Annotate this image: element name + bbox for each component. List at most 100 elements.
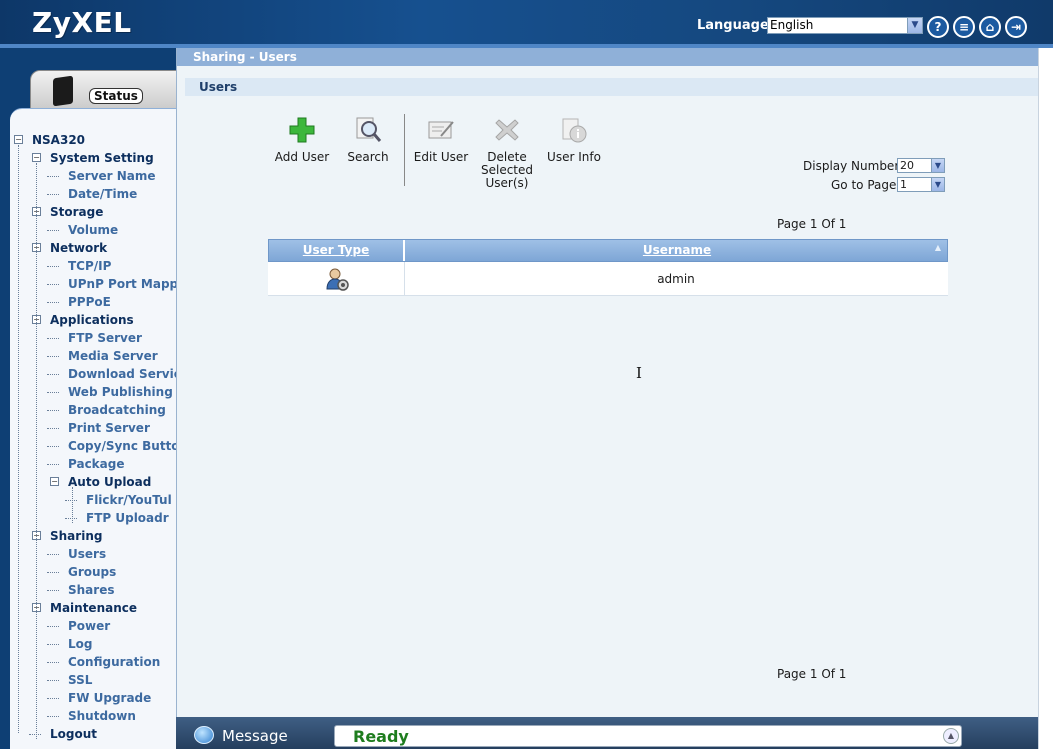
go-to-page-value: 1 bbox=[900, 178, 907, 191]
delete-selected-users-button[interactable]: Delete Selected User(s) bbox=[479, 116, 535, 190]
sidebar-item-print-server[interactable]: Print Server bbox=[68, 419, 150, 437]
sidebar-item-configuration[interactable]: Configuration bbox=[68, 653, 160, 671]
info-icon bbox=[562, 118, 587, 143]
help-icon[interactable]: ? bbox=[927, 16, 949, 38]
sidebar-item-nsa320[interactable]: NSA320 bbox=[32, 131, 85, 149]
tree-guide-line bbox=[18, 145, 19, 733]
sidebar-item-logout[interactable]: Logout bbox=[50, 725, 97, 743]
language-label: Language: bbox=[697, 18, 774, 33]
sidebar-item-server-name[interactable]: Server Name bbox=[68, 167, 156, 185]
breadcrumb: Sharing - Users bbox=[177, 48, 1039, 66]
go-to-page-label: Go to Page bbox=[831, 178, 897, 192]
collapse-icon[interactable]: − bbox=[14, 135, 23, 144]
sidebar-item-network[interactable]: Network bbox=[50, 239, 107, 257]
zyxel-logo: ZyXEL bbox=[32, 6, 132, 39]
sidebar-item-sharing[interactable]: Sharing bbox=[50, 527, 102, 545]
tree-connector bbox=[47, 554, 59, 555]
sidebar-item-system-setting[interactable]: System Setting bbox=[50, 149, 154, 167]
sidebar-item-media-server[interactable]: Media Server bbox=[68, 347, 158, 365]
doc-icon[interactable]: ≡ bbox=[953, 16, 975, 38]
tree-connector bbox=[47, 572, 59, 573]
user-info-label: User Info bbox=[547, 150, 601, 164]
tree-connector bbox=[47, 374, 59, 375]
sidebar-item-power[interactable]: Power bbox=[68, 617, 110, 635]
sidebar-item-ftp-server[interactable]: FTP Server bbox=[68, 329, 142, 347]
column-header-username[interactable]: Username bbox=[407, 240, 947, 261]
right-edge-panel bbox=[1038, 48, 1053, 749]
expand-up-icon[interactable]: ▲ bbox=[943, 728, 959, 744]
username-cell: admin bbox=[657, 272, 695, 286]
tree-connector bbox=[47, 176, 59, 177]
sidebar-item-shares[interactable]: Shares bbox=[68, 581, 114, 599]
chevron-down-icon[interactable]: ▼ bbox=[907, 18, 922, 33]
sidebar-item-download-servic[interactable]: Download Servic bbox=[68, 365, 176, 383]
sidebar: Status NSA320− System Setting − Server Name… bbox=[0, 48, 180, 749]
sidebar-item-users[interactable]: Users bbox=[68, 545, 106, 563]
sidebar-item-volume[interactable]: Volume bbox=[68, 221, 118, 239]
sidebar-item-upnp-port-mappi[interactable]: UPnP Port Mappi bbox=[68, 275, 176, 293]
section-title: Users bbox=[185, 78, 1039, 96]
table-header: User Type Username ▲ bbox=[268, 239, 948, 262]
top-header: ZyXEL Language: English ▼ ? ≡ ⌂ ⇥ bbox=[0, 0, 1053, 48]
delete-icon bbox=[495, 119, 519, 141]
sidebar-item-fw-upgrade[interactable]: FW Upgrade bbox=[68, 689, 151, 707]
tree-connector bbox=[47, 716, 59, 717]
home-icon[interactable]: ⌂ bbox=[979, 16, 1001, 38]
tree-connector bbox=[47, 266, 59, 267]
display-number-select[interactable]: 20 ▼ bbox=[897, 158, 945, 173]
tree-connector bbox=[47, 410, 59, 411]
search-icon bbox=[356, 117, 382, 142]
language-select[interactable]: English ▼ bbox=[767, 17, 923, 34]
go-to-page-select[interactable]: 1 ▼ bbox=[897, 177, 945, 192]
collapse-icon[interactable]: − bbox=[50, 477, 59, 486]
sidebar-item-pppoe[interactable]: PPPoE bbox=[68, 293, 111, 311]
sidebar-item-maintenance[interactable]: Maintenance bbox=[50, 599, 137, 617]
sidebar-item-broadcatching[interactable]: Broadcatching bbox=[68, 401, 166, 419]
message-bar: Message Ready ▲ bbox=[176, 717, 1038, 749]
sidebar-item-web-publishing[interactable]: Web Publishing bbox=[68, 383, 173, 401]
search-label: Search bbox=[347, 150, 389, 164]
add-user-button[interactable]: Add User bbox=[273, 116, 331, 164]
message-label: Message bbox=[222, 727, 288, 745]
user-info-button[interactable]: User Info bbox=[543, 116, 605, 164]
edit-user-button[interactable]: Edit User bbox=[413, 116, 469, 164]
sidebar-item-storage[interactable]: Storage bbox=[50, 203, 103, 221]
sidebar-item-applications[interactable]: Applications bbox=[50, 311, 134, 329]
sidebar-item-groups[interactable]: Groups bbox=[68, 563, 116, 581]
main-content: Sharing - Users Users Add User Search Ed… bbox=[176, 48, 1039, 717]
collapse-icon[interactable]: − bbox=[32, 153, 41, 162]
table-row[interactable]: admin bbox=[268, 262, 948, 296]
sidebar-item-shutdown[interactable]: Shutdown bbox=[68, 707, 136, 725]
sidebar-item-date-time[interactable]: Date/Time bbox=[68, 185, 137, 203]
sidebar-item-copy-sync-butto[interactable]: Copy/Sync Butto bbox=[68, 437, 176, 455]
sidebar-item-ftp-uploadr[interactable]: FTP Uploadr bbox=[86, 509, 169, 527]
toolbar-divider bbox=[404, 114, 405, 186]
tree-connector bbox=[47, 680, 59, 681]
column-header-user-type[interactable]: User Type bbox=[269, 240, 405, 261]
tree-connector bbox=[47, 338, 59, 339]
message-icon bbox=[194, 726, 214, 744]
tree-guide-line bbox=[36, 163, 37, 739]
status-tab[interactable]: Status bbox=[30, 70, 180, 112]
tree-connector bbox=[65, 518, 77, 519]
chevron-down-icon[interactable]: ▼ bbox=[931, 159, 944, 172]
sidebar-item-ssl[interactable]: SSL bbox=[68, 671, 92, 689]
sidebar-item-auto-upload[interactable]: Auto Upload bbox=[68, 473, 151, 491]
sidebar-item-package[interactable]: Package bbox=[68, 455, 125, 473]
nas-device-icon bbox=[53, 75, 73, 107]
tree-connector bbox=[47, 302, 59, 303]
tree-connector bbox=[47, 644, 59, 645]
search-button[interactable]: Search bbox=[342, 116, 394, 164]
sidebar-item-log[interactable]: Log bbox=[68, 635, 92, 653]
user-type-cell bbox=[268, 262, 405, 296]
navigation-tree-panel: NSA320− System Setting − Server Name Date/Ti… bbox=[10, 108, 176, 749]
sidebar-item-flickr-youtul[interactable]: Flickr/YouTul bbox=[86, 491, 172, 509]
logout-icon[interactable]: ⇥ bbox=[1005, 16, 1027, 38]
tree-connector bbox=[29, 734, 41, 735]
page-info-bottom: Page 1 Of 1 bbox=[777, 667, 847, 681]
display-number-label: Display Number bbox=[803, 159, 900, 173]
delete-label-line3: User(s) bbox=[485, 176, 529, 190]
tree-connector bbox=[47, 230, 59, 231]
sidebar-item-tcp-ip[interactable]: TCP/IP bbox=[68, 257, 111, 275]
chevron-down-icon[interactable]: ▼ bbox=[931, 178, 944, 191]
